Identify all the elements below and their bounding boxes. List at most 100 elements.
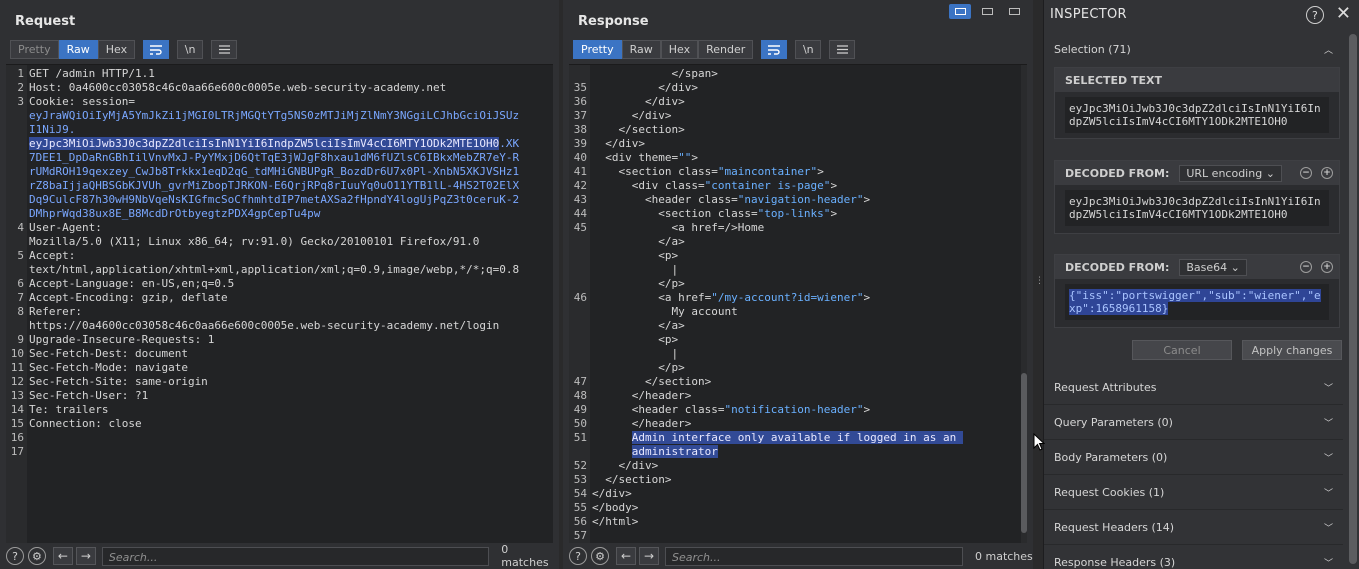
- request-tabs: Pretty Raw Hex \n: [10, 40, 238, 59]
- remove-icon[interactable]: −: [1300, 261, 1312, 273]
- remove-icon[interactable]: −: [1300, 167, 1312, 179]
- section-body-parameters[interactable]: Body Parameters (0) ﹀: [1044, 440, 1343, 475]
- decoding-select-url[interactable]: URL encoding ⌄: [1179, 164, 1282, 182]
- decoding-select-base64[interactable]: Base64 ⌄: [1179, 258, 1247, 276]
- layout-horizontal-icon[interactable]: [976, 4, 998, 19]
- request-tab-pretty[interactable]: Pretty: [10, 40, 59, 59]
- code-line: rZ8baIjjaQHBSGbKJVUh_gvrMiZbopTJRKON-E6Q…: [29, 179, 520, 192]
- line-number: 9: [17, 333, 24, 346]
- decoded-url-card: DECODED FROM: URL encoding ⌄ − + eyJpc3M…: [1054, 160, 1340, 234]
- code-line: administrator: [631, 445, 718, 458]
- menu-icon[interactable]: [829, 40, 856, 59]
- line-number: 8: [17, 305, 24, 318]
- line-number: 48: [573, 389, 587, 402]
- menu-icon[interactable]: [211, 40, 238, 59]
- request-editor[interactable]: 1 GET /admin HTTP/1.1 2 Host: 0a4600cc03058…: [6, 64, 553, 543]
- response-scrollbar[interactable]: [1021, 65, 1027, 543]
- response-tab-raw[interactable]: Raw: [621, 40, 661, 59]
- code-line: </section>: [592, 375, 712, 388]
- code-line: Host: 0a4600cc03058c46c0aa66e600c0005e.w…: [29, 81, 447, 94]
- selection-section[interactable]: Selection (71) ︿: [1044, 32, 1343, 67]
- decoded-url-value[interactable]: eyJpc3MiOiJwb3J0c3dpZ2dlciIsInN1YiI6Indp…: [1065, 190, 1329, 226]
- add-icon[interactable]: +: [1321, 167, 1333, 179]
- response-search-input[interactable]: Search...: [665, 546, 963, 566]
- code-line: </span>: [592, 67, 718, 80]
- code-line: My account: [592, 305, 738, 318]
- code-line: Accept:: [29, 249, 76, 262]
- chevron-down-icon[interactable]: ﹀: [1324, 451, 1333, 464]
- section-request-attributes[interactable]: Request Attributes ﹀: [1044, 370, 1343, 405]
- forward-arrow-icon[interactable]: →: [639, 547, 659, 565]
- line-number: 12: [10, 375, 24, 388]
- inspector-title: INSPECTOR: [1050, 7, 1127, 22]
- gear-icon[interactable]: ⚙: [591, 547, 609, 565]
- request-matches: 0 matches: [501, 543, 549, 569]
- add-icon[interactable]: +: [1321, 261, 1333, 273]
- section-query-parameters[interactable]: Query Parameters (0) ﹀: [1044, 405, 1343, 440]
- code-line: <a href=/>Home: [592, 221, 765, 234]
- section-response-headers[interactable]: Response Headers (3) ﹀: [1044, 545, 1343, 569]
- newline-icon[interactable]: \n: [177, 40, 204, 59]
- wrap-icon[interactable]: [761, 40, 788, 59]
- line-number: 56: [573, 515, 587, 528]
- chevron-down-icon[interactable]: ﹀: [1324, 521, 1333, 534]
- request-tab-raw[interactable]: Raw: [58, 40, 98, 59]
- help-icon[interactable]: ?: [569, 547, 587, 565]
- inspector-scrollbar[interactable]: [1349, 34, 1357, 564]
- code-line: </section>: [592, 473, 672, 486]
- line-number: 45: [573, 221, 587, 234]
- code-line: <div theme="">: [592, 151, 698, 164]
- section-label: Request Headers (14): [1054, 520, 1175, 534]
- back-arrow-icon[interactable]: ←: [52, 547, 73, 565]
- code-line: </section>: [592, 123, 685, 136]
- layout-tabs-icon[interactable]: [1003, 4, 1025, 19]
- chevron-down-icon[interactable]: ﹀: [1324, 381, 1333, 394]
- request-search-input[interactable]: Search...: [101, 546, 490, 566]
- line-number: 41: [573, 165, 587, 178]
- line-number: 51: [573, 431, 587, 444]
- line-number: 17: [10, 445, 24, 458]
- mouse-cursor-icon: [1033, 433, 1045, 451]
- section-label: Body Parameters (0): [1054, 450, 1168, 464]
- code-line: </div>: [592, 109, 672, 122]
- section-request-headers[interactable]: Request Headers (14) ﹀: [1044, 510, 1343, 545]
- line-number: 36: [573, 95, 587, 108]
- chevron-down-icon[interactable]: ﹀: [1324, 486, 1333, 499]
- close-icon[interactable]: ✕: [1336, 5, 1351, 24]
- help-icon[interactable]: ?: [6, 547, 24, 565]
- forward-arrow-icon[interactable]: →: [75, 547, 96, 565]
- code-line: eyJraWQiOiIyMjA5YmJkZi1jMGI0LTRjMGQtYTg5…: [29, 109, 520, 122]
- response-footer: ? ⚙ ← → Search... 0 matches: [563, 543, 1033, 569]
- chevron-down-icon[interactable]: ﹀: [1324, 556, 1333, 569]
- layout-split-icon[interactable]: [949, 4, 971, 19]
- inspector-divider[interactable]: ⋮: [1033, 0, 1044, 569]
- line-number: 57: [573, 529, 587, 542]
- request-tab-hex[interactable]: Hex: [97, 40, 136, 59]
- code-line: <p>: [592, 249, 679, 262]
- chevron-down-icon[interactable]: ﹀: [1324, 416, 1333, 429]
- line-number: 50: [573, 417, 587, 430]
- section-request-cookies[interactable]: Request Cookies (1) ﹀: [1044, 475, 1343, 510]
- inspector-header-icons: ? ✕: [1305, 5, 1351, 24]
- response-editor[interactable]: </span> 35 </div> 36 </div> 37 </div> 38 </s…: [569, 64, 1027, 543]
- response-tab-render[interactable]: Render: [698, 40, 754, 59]
- back-arrow-icon[interactable]: ←: [616, 547, 636, 565]
- apply-changes-button[interactable]: Apply changes: [1242, 340, 1342, 360]
- gear-icon[interactable]: ⚙: [27, 547, 46, 565]
- help-icon[interactable]: ?: [1305, 6, 1324, 24]
- chevron-up-icon[interactable]: ︿: [1324, 43, 1333, 56]
- selected-text-value[interactable]: eyJpc3MiOiJwb3J0c3dpZ2dlciIsInN1YiI6Indp…: [1065, 97, 1329, 133]
- wrap-icon[interactable]: [143, 40, 170, 59]
- response-tab-hex[interactable]: Hex: [660, 40, 699, 59]
- decoded-base64-value[interactable]: {"iss":"portswigger","sub":"wiener","exp…: [1065, 284, 1329, 320]
- code-line: </div>: [592, 487, 632, 500]
- response-tab-pretty[interactable]: Pretty: [573, 40, 622, 59]
- section-label: Request Cookies (1): [1054, 485, 1165, 499]
- newline-icon[interactable]: \n: [795, 40, 822, 59]
- selected-text-heading: SELECTED TEXT: [1055, 68, 1339, 92]
- code-line: </a>: [592, 235, 685, 248]
- cancel-button[interactable]: Cancel: [1132, 340, 1232, 360]
- response-title: Response: [578, 14, 649, 29]
- section-label: Query Parameters (0): [1054, 415, 1173, 429]
- response-scroll-thumb[interactable]: [1021, 373, 1027, 533]
